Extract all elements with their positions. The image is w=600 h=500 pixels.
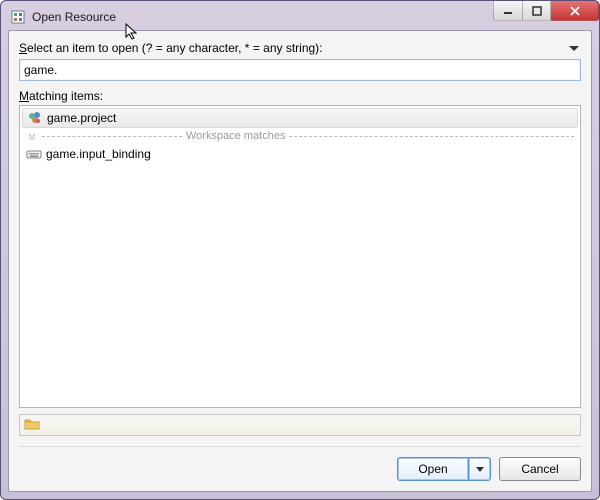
project-file-icon (27, 110, 43, 126)
window-controls (493, 1, 599, 21)
prompt-row: Select an item to open (? = any characte… (19, 41, 581, 55)
folder-icon (24, 417, 40, 434)
results-list[interactable]: game.project Workspace matches (19, 105, 581, 408)
minimize-button[interactable] (493, 1, 523, 21)
status-bar (19, 414, 581, 436)
separator: Workspace matches (22, 128, 578, 144)
binding-file-icon (26, 146, 42, 162)
filter-input[interactable] (19, 59, 581, 81)
chevron-down-icon (476, 467, 484, 472)
dialog-window: Open Resource Select an item to open (? … (0, 0, 600, 500)
chevron-down-icon (26, 132, 38, 140)
client-area: Select an item to open (? = any characte… (8, 30, 592, 492)
separator-label: Workspace matches (186, 130, 285, 142)
filter-label: Select an item to open (? = any characte… (19, 41, 323, 55)
app-icon (10, 9, 26, 25)
list-item[interactable]: game.input_binding (22, 144, 578, 164)
matching-label: Matching items: (19, 89, 581, 103)
list-item-label: game.input_binding (46, 147, 151, 161)
open-button-group: Open (397, 457, 491, 481)
list-item-label: game.project (47, 111, 116, 125)
maximize-button[interactable] (523, 1, 551, 21)
button-row: Open Cancel (19, 457, 581, 481)
list-item[interactable]: game.project (22, 108, 578, 128)
close-button[interactable] (551, 1, 599, 21)
open-dropdown-button[interactable] (469, 457, 491, 481)
view-menu-icon[interactable] (569, 46, 579, 51)
open-button[interactable]: Open (397, 457, 469, 481)
cancel-button[interactable]: Cancel (499, 457, 581, 481)
divider (19, 446, 581, 447)
